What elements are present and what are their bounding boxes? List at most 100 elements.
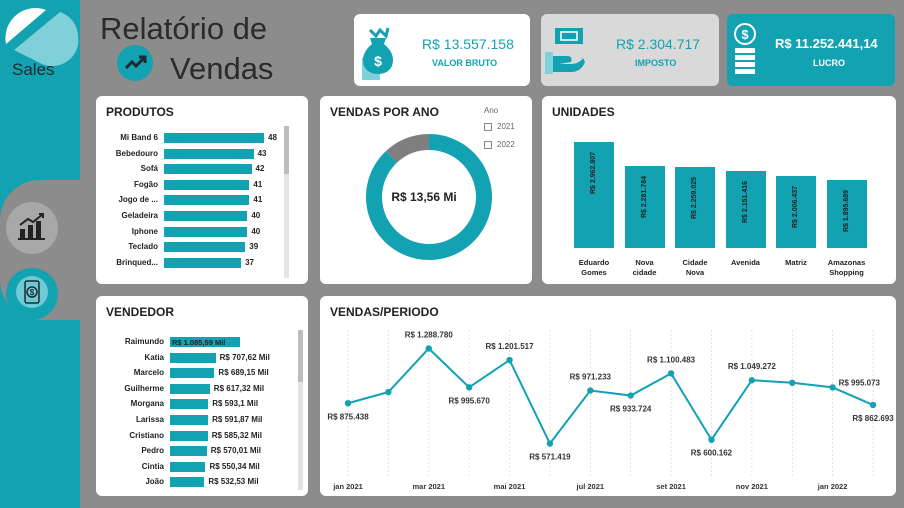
legend-label: 2021 — [497, 122, 515, 131]
period-value-label: R$ 1.049.272 — [728, 362, 777, 371]
produtos-category-label: Mi Band 6 — [120, 133, 158, 142]
produtos-bar[interactable] — [164, 257, 242, 268]
vendas-periodo-line-chart: R$ 875.438 R$ 1.288.780 R$ 995.670 R$ 1.201… — [327, 330, 894, 491]
unidades-value-label: R$ 2.006.437 — [792, 186, 799, 229]
produtos-bar[interactable] — [164, 148, 254, 159]
vendedor-bar[interactable] — [170, 368, 215, 379]
produtos-category-label: Fogão — [134, 179, 158, 189]
vendedor-category-label: Raimundo — [124, 337, 164, 346]
period-point — [425, 345, 432, 352]
produtos-value-label: 41 — [253, 179, 263, 189]
vendedor-bar[interactable] — [170, 430, 208, 441]
vendedor-value-label: R$ 707,62 Mil — [219, 352, 270, 362]
kpi-label-lucro: LUCRO — [813, 58, 845, 68]
period-value-label: R$ 600.162 — [691, 449, 733, 458]
legend-checkbox[interactable] — [484, 123, 492, 131]
vendedor-bar[interactable] — [170, 477, 205, 488]
period-x-tick-label: nov 2021 — [736, 482, 768, 491]
unidades-value-label: R$ 2.962.807 — [590, 151, 597, 194]
period-value-label: R$ 1.201.517 — [486, 342, 535, 351]
kpi-value-valor-bruto: R$ 13.557.158 — [422, 36, 514, 52]
unidades-category-label: Eduardo Gomes — [578, 258, 610, 277]
period-point — [344, 400, 352, 407]
unidades-value-label: R$ 1.895.689 — [842, 190, 850, 233]
title-line-2: Vendas — [170, 51, 274, 86]
produtos-title: PRODUTOS — [106, 105, 174, 119]
period-value-label: R$ 1.100.483 — [647, 355, 696, 364]
produtos-category-label: Teclado — [128, 242, 158, 252]
unidades-value-label: R$ 2.259.025 — [691, 177, 698, 220]
vendedor-category-label: Larissa — [135, 415, 164, 424]
period-value-label: R$ 571.419 — [529, 453, 571, 462]
vendedor-bar[interactable] — [170, 446, 207, 457]
legend-checkbox[interactable] — [484, 141, 492, 149]
produtos-bar[interactable] — [164, 179, 250, 190]
vendedor-category-label: Morgana — [130, 399, 164, 409]
svg-text:$: $ — [374, 53, 382, 69]
produtos-scroll-thumb[interactable] — [284, 126, 289, 174]
period-point — [708, 436, 715, 443]
vendedor-bar[interactable] — [170, 461, 206, 472]
produtos-value-label: 40 — [251, 211, 261, 220]
produtos-category-label: Brinqued... — [116, 257, 158, 267]
period-x-tick-label: mai 2021 — [494, 482, 526, 491]
svg-text:$: $ — [741, 27, 749, 42]
period-point — [546, 440, 554, 447]
vendedor-value-label: R$ 1.085,59 Mil — [172, 338, 226, 347]
vendedor-value-label: R$ 689,15 Mil — [218, 368, 269, 378]
svg-text:$: $ — [30, 288, 35, 297]
produtos-bar[interactable] — [164, 133, 264, 143]
produtos-value-label: 40 — [251, 226, 261, 236]
vendedor-bar[interactable] — [170, 415, 209, 425]
coins-icon: $ — [731, 22, 761, 87]
produtos-value-label: 37 — [245, 257, 254, 267]
unidades-panel: UNIDADES R$ 2.962.807 Eduardo Gomes R$ 2.2… — [542, 96, 896, 284]
produtos-scrollbar[interactable] — [284, 126, 289, 278]
produtos-bar[interactable] — [164, 242, 246, 253]
vendedor-bar[interactable] — [170, 399, 209, 410]
produtos-bar[interactable] — [164, 164, 252, 175]
nav-report-button[interactable] — [6, 202, 58, 254]
unidades-category-label: Nova cidade — [632, 258, 657, 277]
nav-finance-button[interactable]: $ — [6, 268, 58, 320]
vendedor-scroll-thumb[interactable] — [298, 330, 303, 382]
period-value-label: R$ 933.724 — [610, 405, 652, 414]
bar-chart-icon — [17, 211, 47, 246]
kpi-label-valor-bruto: VALOR BRUTO — [432, 58, 498, 68]
period-point — [789, 379, 796, 386]
produtos-bar[interactable] — [164, 211, 248, 221]
vendedor-value-label: R$ 585,32 Mil — [211, 430, 262, 440]
produtos-category-label: Sofá — [140, 164, 158, 174]
period-point — [627, 392, 634, 399]
kpi-card-valor-bruto: $ R$ 13.557.158 VALOR BRUTO — [354, 14, 530, 86]
period-point — [506, 356, 513, 364]
produtos-bar[interactable] — [164, 195, 250, 206]
period-x-tick-label: jan 2022 — [817, 482, 848, 491]
kpi-value-lucro: R$ 11.252.441,14 — [775, 36, 878, 51]
money-bag-icon: $ — [358, 24, 398, 87]
money-hand-icon — [543, 22, 587, 87]
vendedor-bar[interactable] — [170, 352, 216, 363]
vendedor-category-label: Cristiano — [129, 430, 164, 440]
vendedor-scrollbar[interactable] — [298, 330, 303, 490]
period-point — [869, 401, 877, 409]
vendedor-value-label: R$ 591,87 Mil — [212, 415, 263, 424]
vendedor-category-label: Katia — [144, 352, 164, 362]
produtos-category-label: Iphone — [131, 226, 158, 236]
period-value-label: R$ 875.438 — [327, 412, 369, 421]
produtos-value-label: 42 — [255, 164, 265, 174]
vendedor-category-label: Pedro — [141, 446, 164, 456]
vendedor-value-label: R$ 532,53 Mil — [208, 477, 259, 487]
vendas-periodo-panel: VENDAS/PERIODO R$ 875.438 R$ 1.288.780 R$ … — [320, 296, 896, 496]
period-x-tick-label: jul 2021 — [576, 482, 605, 491]
period-point — [748, 377, 756, 384]
vendedor-value-label: R$ 617,32 Mil — [213, 383, 265, 393]
produtos-value-label: 39 — [249, 242, 259, 252]
produtos-value-label: 48 — [268, 133, 277, 142]
period-point — [829, 384, 836, 391]
unidades-title: UNIDADES — [552, 105, 615, 119]
title-line-1: Relatório de — [100, 11, 268, 46]
vendedor-bar[interactable] — [170, 383, 210, 394]
logo-text: Sales — [12, 60, 55, 79]
produtos-bar[interactable] — [164, 226, 248, 237]
